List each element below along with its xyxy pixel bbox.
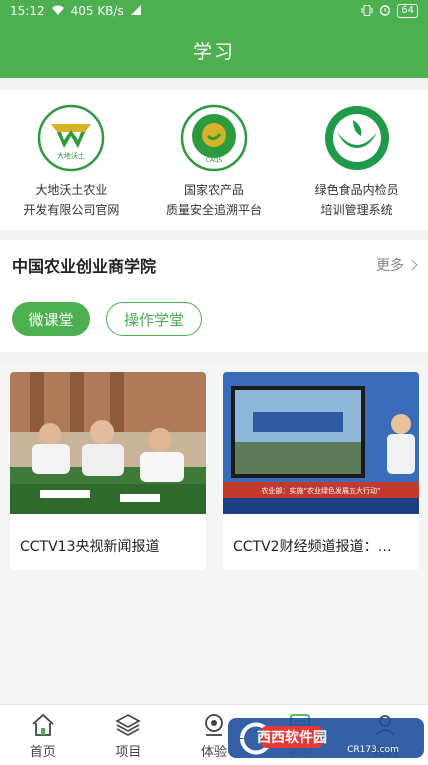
wifi-icon — [51, 5, 65, 18]
watermark-logo: 西西软件园 CR173.com — [228, 718, 424, 758]
partner-caqs[interactable]: CAQS 国家农产品 质量安全追溯平台 — [149, 104, 279, 220]
tab-micro-class[interactable]: 微课堂 — [12, 302, 90, 336]
partner-label-line1: 绿色食品内检员 — [314, 183, 399, 197]
more-label: 更多 — [376, 258, 404, 274]
tab-home-label: 首页 — [29, 744, 56, 760]
chevron-right-icon — [406, 259, 418, 271]
page-title: 学习 — [192, 40, 235, 63]
partner-label-line2: 培训管理系统 — [320, 203, 393, 217]
caqs-logo-text: CAQS — [206, 157, 223, 164]
news-ticker-text: 农业部：实施“农业绿色发展五大行动” — [261, 486, 380, 495]
watermark-brand: 西西软件园 — [257, 729, 327, 746]
battery-icon: 64 — [397, 4, 418, 18]
signal-icon — [130, 4, 142, 18]
partner-green-food[interactable]: 绿色食品内检员 培训管理系统 — [292, 104, 422, 220]
news-card[interactable]: 农业部：实施“农业绿色发展五大行动” CCTV2财经频道报道：… — [223, 372, 419, 570]
partner-label-line1: 大地沃土农业 — [35, 183, 108, 197]
dadi-wotu-logo-icon: 大地沃土 — [38, 104, 105, 172]
news-title: CCTV2财经频道报道：… — [233, 539, 392, 555]
network-speed: 405 KB/s — [70, 4, 124, 18]
tab-experience-label: 体验 — [200, 744, 227, 760]
news-title: CCTV13央视新闻报道 — [20, 539, 160, 555]
green-food-logo-icon — [324, 106, 389, 170]
section-header: 中国农业创业商学院 更多 — [0, 240, 428, 290]
tab-projects[interactable]: 项目 — [86, 705, 172, 765]
tab-projects-label: 项目 — [115, 744, 142, 760]
news-thumbnail-image — [10, 372, 206, 514]
caqs-logo-icon: CAQS — [180, 104, 248, 172]
dadi-wotu-logo-text: 大地沃土 — [57, 151, 85, 160]
more-link[interactable]: 更多 — [376, 255, 418, 275]
news-thumbnail-image: 农业部：实施“农业绿色发展五大行动” — [223, 372, 419, 514]
partner-links: 大地沃土 大地沃土农业 开发有限公司官网 CAQS 国家农产品 质量安全追溯平台… — [0, 90, 428, 230]
status-bar: 15:12 405 KB/s 64 — [0, 0, 428, 22]
vibrate-icon — [361, 4, 373, 18]
partner-label-line1: 国家农产品 — [183, 183, 244, 197]
watermark-subtext: CR173.com — [347, 745, 399, 755]
alarm-icon — [379, 4, 391, 18]
news-list: CCTV13央视新闻报道 农业部：实施“农业绿色发展五大行动” CCTV2财经频… — [0, 362, 428, 704]
partner-dadi-wotu[interactable]: 大地沃土 大地沃土农业 开发有限公司官网 — [6, 104, 136, 220]
status-time: 15:12 — [10, 4, 45, 18]
layers-icon — [115, 713, 142, 736]
college-section: 中国农业创业商学院 更多 微课堂 操作学堂 — [0, 240, 428, 352]
app-header: 学习 — [0, 22, 428, 78]
news-card[interactable]: CCTV13央视新闻报道 — [10, 372, 206, 570]
partner-label-line2: 开发有限公司官网 — [23, 203, 120, 217]
home-icon — [32, 713, 54, 736]
partner-label-line2: 质量安全追溯平台 — [165, 203, 262, 217]
course-tabs: 微课堂 操作学堂 — [0, 290, 428, 336]
tab-operation-class[interactable]: 操作学堂 — [106, 302, 202, 336]
experience-icon — [205, 713, 223, 736]
section-title: 中国农业创业商学院 — [12, 257, 157, 276]
tab-home[interactable]: 首页 — [0, 705, 86, 765]
